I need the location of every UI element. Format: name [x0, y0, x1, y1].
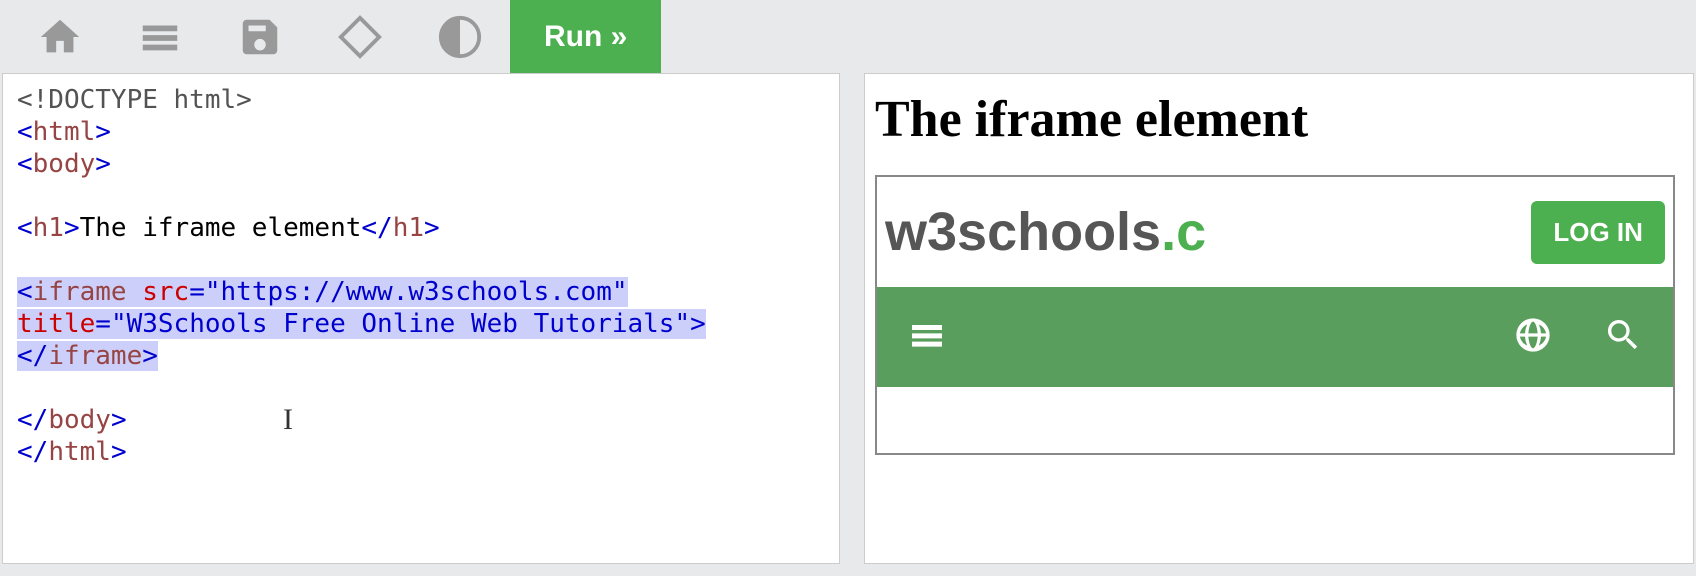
theme-icon[interactable] [410, 0, 510, 73]
globe-icon[interactable] [1513, 315, 1553, 360]
code-angle: > [95, 117, 111, 147]
code-angle: < [17, 213, 33, 243]
login-button[interactable]: LOG IN [1531, 201, 1665, 264]
code-tag: html [48, 437, 111, 467]
code-tag: body [33, 149, 96, 179]
code-angle: > [95, 149, 111, 179]
code-angle: </ [361, 213, 392, 243]
iframe-nav [877, 287, 1673, 387]
code-tag: h1 [33, 213, 64, 243]
logo-text: w3schools [885, 202, 1161, 262]
code-angle: </ [17, 405, 48, 435]
text-cursor-icon: I [283, 404, 293, 436]
iframe-header: w3schools.c LOG IN [877, 177, 1673, 287]
run-button[interactable]: Run » [510, 0, 661, 73]
code-angle: > [64, 213, 80, 243]
menu-icon[interactable] [110, 0, 210, 73]
home-icon[interactable] [10, 0, 110, 73]
code-angle: > [424, 213, 440, 243]
code-doctype: <!DOCTYPE html> [17, 85, 252, 115]
code-text: The iframe element [80, 213, 362, 243]
search-icon[interactable] [1603, 315, 1643, 360]
rotate-icon[interactable] [310, 0, 410, 73]
code-angle: > [111, 405, 127, 435]
code-selection: title="W3Schools Free Online Web Tutoria… [17, 309, 706, 339]
code-editor[interactable]: <!DOCTYPE html> <html> <body> <h1>The if… [2, 73, 840, 564]
code-angle: < [17, 149, 33, 179]
output-heading: The iframe element [875, 90, 1683, 149]
code-angle: </ [17, 437, 48, 467]
code-angle: < [17, 117, 33, 147]
logo-suffix: .c [1161, 202, 1206, 262]
code-tag: html [33, 117, 96, 147]
main: <!DOCTYPE html> <html> <body> <h1>The if… [0, 73, 1696, 576]
save-icon[interactable] [210, 0, 310, 73]
w3schools-logo: w3schools.c [885, 201, 1206, 263]
code-angle: > [111, 437, 127, 467]
code-selection: <iframe src="https://www.w3schools.com" [17, 277, 628, 307]
iframe-preview[interactable]: w3schools.c LOG IN [875, 175, 1675, 455]
code-tag: body [48, 405, 111, 435]
code-selection: </iframe> [17, 341, 158, 371]
toolbar: Run » [0, 0, 1696, 73]
menu-icon[interactable] [907, 315, 947, 360]
output-pane: The iframe element w3schools.c LOG IN [864, 73, 1694, 564]
code-tag: h1 [393, 213, 424, 243]
